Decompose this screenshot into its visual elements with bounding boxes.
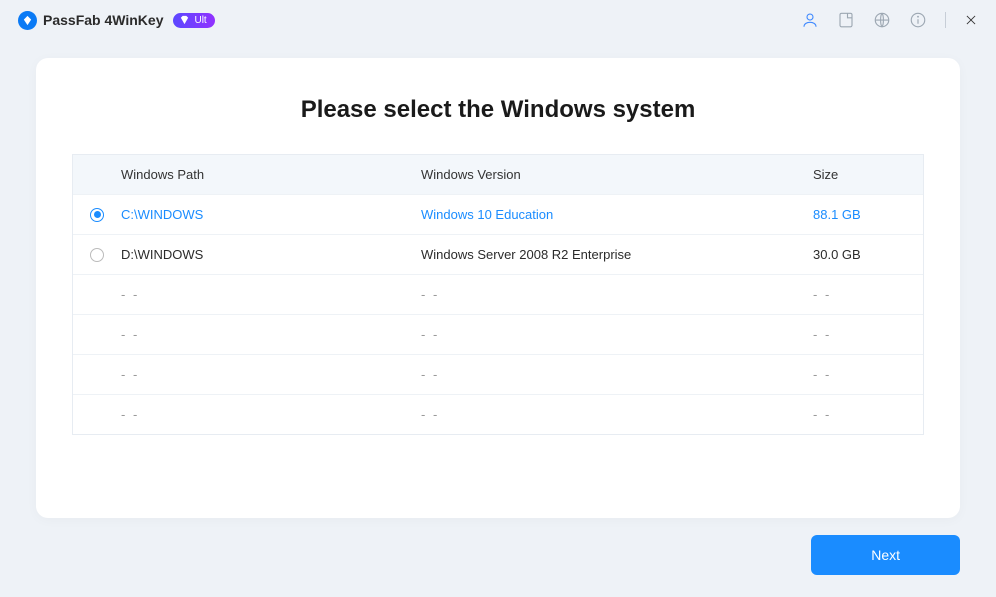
table-body: C:\WINDOWSWindows 10 Education88.1 GBD:\… — [73, 194, 923, 434]
footer: Next — [811, 535, 960, 575]
cell-version: Windows 10 Education — [421, 207, 813, 222]
cell-version: - - — [421, 367, 813, 382]
cell-path: D:\WINDOWS — [121, 247, 421, 262]
cell-size: 30.0 GB — [813, 247, 923, 262]
edition-badge-label: Ult — [194, 15, 206, 26]
cell-version: - - — [421, 407, 813, 422]
edition-badge: Ult — [173, 13, 214, 28]
radio-button[interactable] — [90, 248, 104, 262]
column-path: Windows Path — [121, 167, 421, 182]
next-button[interactable]: Next — [811, 535, 960, 575]
cell-version: - - — [421, 327, 813, 342]
close-icon[interactable] — [964, 13, 978, 27]
radio-button[interactable] — [90, 208, 104, 222]
cell-size: - - — [813, 367, 923, 382]
cell-size: - - — [813, 287, 923, 302]
cell-path: - - — [121, 367, 421, 382]
titlebar-left: PassFab 4WinKey Ult — [18, 11, 215, 30]
column-version: Windows Version — [421, 167, 813, 182]
table-row: - -- -- - — [73, 274, 923, 314]
table-row: - -- -- - — [73, 394, 923, 434]
info-icon[interactable] — [909, 11, 927, 29]
feedback-icon[interactable] — [837, 11, 855, 29]
main-card: Please select the Windows system Windows… — [36, 58, 960, 518]
table-header: Windows Path Windows Version Size — [73, 155, 923, 194]
cell-version: - - — [421, 287, 813, 302]
titlebar: PassFab 4WinKey Ult — [0, 0, 996, 40]
system-table: Windows Path Windows Version Size C:\WIN… — [72, 154, 924, 435]
table-row: - -- -- - — [73, 314, 923, 354]
app-logo-icon — [18, 11, 37, 30]
cell-size: 88.1 GB — [813, 207, 923, 222]
column-size: Size — [813, 167, 923, 182]
cell-path: C:\WINDOWS — [121, 207, 421, 222]
globe-icon[interactable] — [873, 11, 891, 29]
page-title: Please select the Windows system — [72, 96, 924, 124]
cell-size: - - — [813, 327, 923, 342]
app-name: PassFab 4WinKey — [43, 12, 163, 28]
table-row[interactable]: C:\WINDOWSWindows 10 Education88.1 GB — [73, 194, 923, 234]
user-icon[interactable] — [801, 11, 819, 29]
titlebar-right — [801, 11, 978, 29]
divider — [945, 12, 946, 28]
cell-version: Windows Server 2008 R2 Enterprise — [421, 247, 813, 262]
cell-path: - - — [121, 287, 421, 302]
table-row: - -- -- - — [73, 354, 923, 394]
cell-path: - - — [121, 407, 421, 422]
diamond-icon — [179, 15, 190, 26]
table-row[interactable]: D:\WINDOWSWindows Server 2008 R2 Enterpr… — [73, 234, 923, 274]
cell-path: - - — [121, 327, 421, 342]
cell-size: - - — [813, 407, 923, 422]
